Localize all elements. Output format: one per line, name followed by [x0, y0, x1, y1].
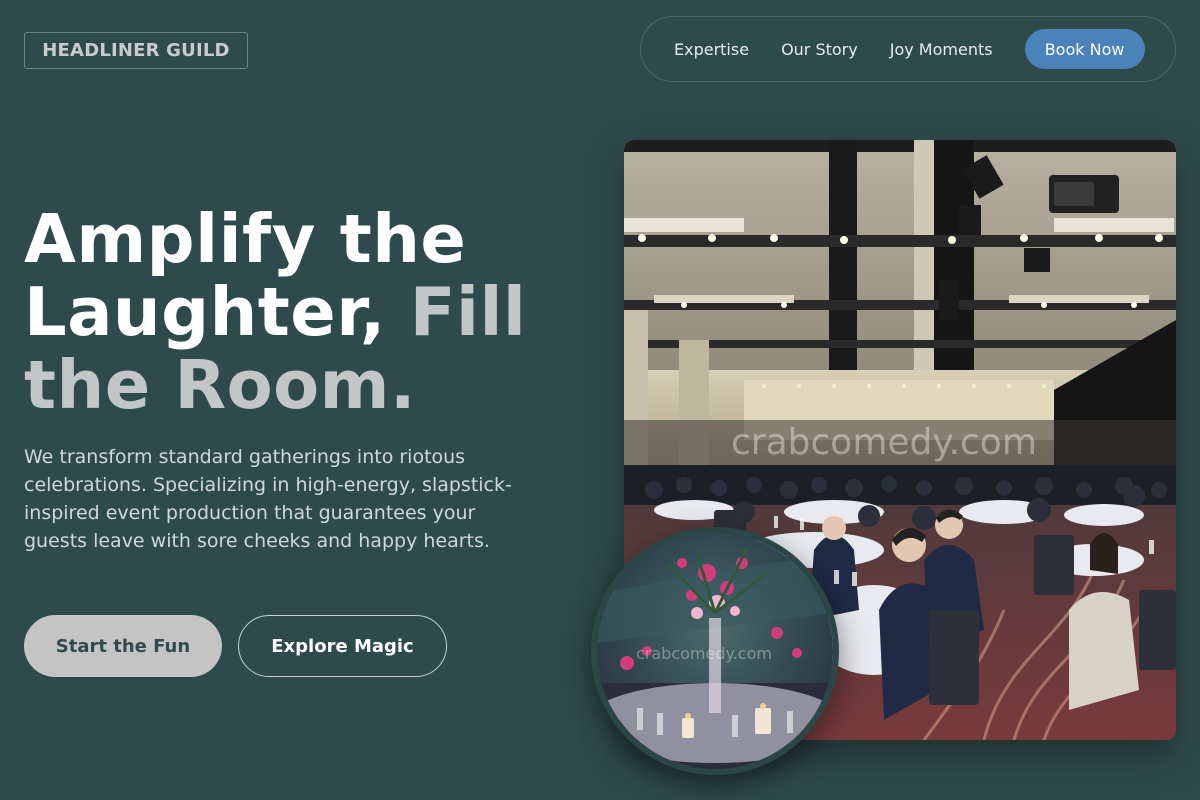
main-photo-watermark: crabcomedy.com — [731, 422, 1037, 463]
hero-description: We transform standard gatherings into ri… — [24, 446, 512, 552]
book-now-button[interactable]: Book Now — [1024, 29, 1145, 69]
start-the-fun-button[interactable]: Start the Fun — [24, 615, 222, 677]
main-nav: Expertise Our Story Joy Moments Book Now — [640, 16, 1176, 82]
headline-white-part: Amplify the Laughter, — [24, 200, 467, 351]
brand-logo[interactable]: HEADLINER GUILD — [24, 32, 248, 69]
nav-link-joy-moments[interactable]: Joy Moments — [890, 40, 993, 59]
circle-photo-watermark: crabcomedy.com — [636, 644, 772, 663]
explore-magic-button[interactable]: Explore Magic — [238, 615, 447, 677]
nav-link-our-story[interactable]: Our Story — [781, 40, 858, 59]
nav-link-expertise[interactable]: Expertise — [674, 40, 749, 59]
hero-headline: Amplify the Laughter, Fill the Room. — [24, 203, 594, 422]
